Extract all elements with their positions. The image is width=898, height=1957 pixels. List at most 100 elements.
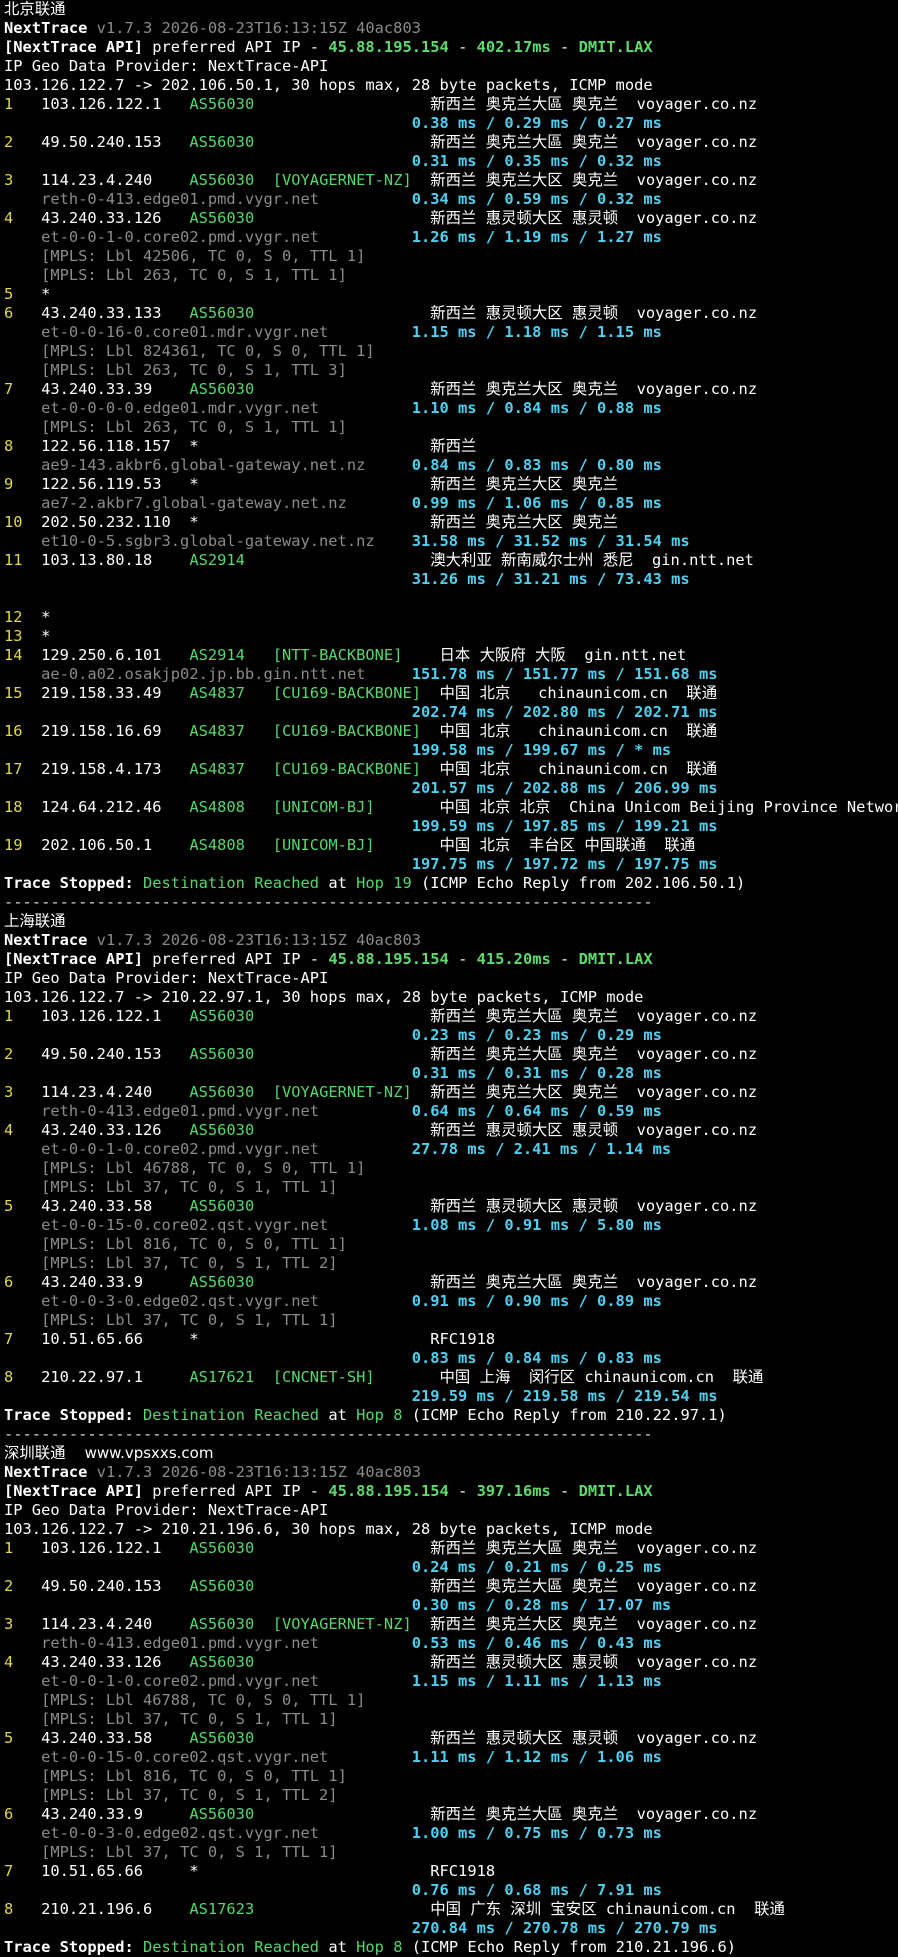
line-segment: 49.50.240.153 bbox=[13, 1045, 190, 1063]
terminal-line: et-0-0-1-0.core02.pmd.vygr.net 27.78 ms … bbox=[4, 1140, 898, 1159]
terminal-line: Trace Stopped: Destination Reached at Ho… bbox=[4, 874, 898, 893]
line-segment: Destination Reached bbox=[143, 874, 320, 892]
terminal-line: 5 * bbox=[4, 285, 898, 304]
line-segment: 1.08 ms / 0.91 ms / 5.80 ms bbox=[411, 1216, 662, 1234]
line-segment: 19 bbox=[4, 836, 23, 854]
line-segment: 1.15 ms / 1.11 ms / 1.13 ms bbox=[411, 1672, 662, 1690]
terminal-line: 219.59 ms / 219.58 ms / 219.54 ms bbox=[4, 1387, 898, 1406]
line-segment: - bbox=[550, 1482, 579, 1500]
line-segment: [NextTrace API] bbox=[4, 38, 143, 56]
terminal-line: [NextTrace API] preferred API IP - 45.88… bbox=[4, 1482, 898, 1501]
line-segment: AS56030 bbox=[189, 380, 255, 398]
terminal-line: 199.59 ms / 197.85 ms / 199.21 ms bbox=[4, 817, 898, 836]
line-segment: 10 bbox=[4, 513, 23, 531]
line-segment: 114.23.4.240 bbox=[13, 171, 190, 189]
terminal-line: 31.26 ms / 31.21 ms / 73.43 ms bbox=[4, 570, 898, 589]
line-segment: AS56030 [VOYAGERNET-NZ] bbox=[189, 1083, 412, 1101]
line-segment: AS4837 [CU169-BACKBONE] bbox=[189, 684, 421, 702]
line-segment: 49.50.240.153 bbox=[13, 133, 190, 151]
line-segment: 45.88.195.154 bbox=[328, 950, 449, 968]
line-segment: v1.7.3 2026-08-23T16:13:15Z 40ac803 bbox=[87, 19, 421, 37]
line-segment: 45.88.195.154 bbox=[328, 1482, 449, 1500]
terminal-line: 2 49.50.240.153 AS56030 新西兰 奥克兰大區 奥克兰 vo… bbox=[4, 133, 898, 152]
terminal-line: Trace Stopped: Destination Reached at Ho… bbox=[4, 1938, 898, 1957]
line-segment: - bbox=[550, 38, 579, 56]
line-segment: 新西兰 惠灵顿大区 惠灵顿 voyager.co.nz bbox=[254, 1197, 758, 1215]
line-segment: 0.64 ms / 0.64 ms / 0.59 ms bbox=[411, 1102, 662, 1120]
line-segment: 0.76 ms / 0.68 ms / 7.91 ms bbox=[411, 1881, 662, 1899]
line-segment: AS56030 bbox=[189, 1539, 255, 1557]
terminal-line: ----------------------------------------… bbox=[4, 893, 898, 912]
line-segment bbox=[4, 1881, 412, 1899]
line-segment: [MPLS: Lbl 263, TC 0, S 1, TTL 1] bbox=[4, 266, 347, 284]
line-segment: 8 bbox=[4, 1900, 14, 1918]
line-segment: 202.50.232.110 * 新西兰 奥克兰大区 奥克兰 bbox=[22, 513, 619, 531]
line-segment: 中国 上海 闵行区 chinaunicom.cn 联通 bbox=[374, 1368, 764, 1386]
line-segment: 122.56.118.157 * 新西兰 bbox=[13, 437, 477, 455]
line-segment: 0.23 ms / 0.23 ms / 0.29 ms bbox=[411, 1026, 662, 1044]
terminal-line: et-0-0-3-0.edge02.qst.vygr.net 0.91 ms /… bbox=[4, 1292, 898, 1311]
terminal-line: 7 43.240.33.39 AS56030 新西兰 奥克兰大区 奥克兰 voy… bbox=[4, 380, 898, 399]
terminal-line: 2 49.50.240.153 AS56030 新西兰 奥克兰大區 奥克兰 vo… bbox=[4, 1577, 898, 1596]
line-segment: IP Geo Data Provider: NextTrace-API bbox=[4, 57, 329, 75]
line-segment: 219.158.4.173 bbox=[22, 760, 190, 778]
terminal-line: 13 * bbox=[4, 627, 898, 646]
line-segment: 新西兰 奥克兰大區 奥克兰 voyager.co.nz bbox=[254, 133, 758, 151]
line-segment bbox=[4, 1349, 412, 1367]
terminal-line: 6 43.240.33.9 AS56030 新西兰 奥克兰大區 奥克兰 voya… bbox=[4, 1273, 898, 1292]
line-segment: Destination Reached bbox=[143, 1406, 320, 1424]
line-segment: 4 bbox=[4, 1121, 14, 1139]
line-segment: 新西兰 奥克兰大区 奥克兰 voyager.co.nz bbox=[411, 171, 758, 189]
line-segment bbox=[4, 703, 412, 721]
line-segment: 49.50.240.153 bbox=[13, 1577, 190, 1595]
line-segment: AS4808 [UNICOM-BJ] bbox=[189, 798, 375, 816]
line-segment: DMIT.LAX bbox=[578, 950, 653, 968]
line-segment: 1 bbox=[4, 95, 14, 113]
line-segment: ae-0.a02.osakjp02.jp.bb.gin.ntt.net bbox=[4, 665, 412, 683]
line-segment: et-0-0-15-0.core02.qst.vygr.net bbox=[4, 1216, 412, 1234]
line-segment: 新西兰 奥克兰大區 奥克兰 voyager.co.nz bbox=[254, 1045, 758, 1063]
line-segment: Destination Reached bbox=[143, 1938, 320, 1956]
terminal-line: 6 43.240.33.133 AS56030 新西兰 惠灵顿大区 惠灵顿 vo… bbox=[4, 304, 898, 323]
line-segment: 中国 广东 深圳 宝安区 chinaunicom.cn 联通 bbox=[254, 1900, 785, 1918]
terminal-line: 3 114.23.4.240 AS56030 [VOYAGERNET-NZ] 新… bbox=[4, 1083, 898, 1102]
terminal-line: 17 219.158.4.173 AS4837 [CU169-BACKBONE]… bbox=[4, 760, 898, 779]
line-segment: 0.99 ms / 1.06 ms / 0.85 ms bbox=[411, 494, 662, 512]
line-segment: 210.22.97.1 bbox=[13, 1368, 190, 1386]
terminal-line: 1 103.126.122.1 AS56030 新西兰 奥克兰大區 奥克兰 vo… bbox=[4, 1539, 898, 1558]
line-segment: et-0-0-3-0.edge02.qst.vygr.net bbox=[4, 1292, 412, 1310]
line-segment: AS56030 bbox=[189, 1197, 255, 1215]
terminal-line: [NextTrace API] preferred API IP - 45.88… bbox=[4, 950, 898, 969]
line-segment: Hop 19 bbox=[356, 874, 412, 892]
terminal-line: 103.126.122.7 -> 210.22.97.1, 30 hops ma… bbox=[4, 988, 898, 1007]
line-segment: Hop 8 bbox=[356, 1938, 403, 1956]
line-segment: AS56030 bbox=[189, 95, 255, 113]
line-segment: AS56030 bbox=[189, 1653, 255, 1671]
line-segment: AS56030 bbox=[189, 1805, 255, 1823]
terminal-line: [MPLS: Lbl 824361, TC 0, S 0, TTL 1] bbox=[4, 342, 898, 361]
terminal-line: ae7-2.akbr7.global-gateway.net.nz 0.99 m… bbox=[4, 494, 898, 513]
line-segment: AS4808 [UNICOM-BJ] bbox=[189, 836, 375, 854]
line-segment: DMIT.LAX bbox=[578, 38, 653, 56]
terminal-line: [MPLS: Lbl 42506, TC 0, S 0, TTL 1] bbox=[4, 247, 898, 266]
line-segment: [MPLS: Lbl 263, TC 0, S 1, TTL 1] bbox=[4, 418, 347, 436]
line-segment: 新西兰 惠灵顿大区 惠灵顿 voyager.co.nz bbox=[254, 209, 758, 227]
line-segment: et10-0-5.sgbr3.global-gateway.net.nz bbox=[4, 532, 412, 550]
line-segment: 129.250.6.101 bbox=[22, 646, 190, 664]
terminal-line: 202.74 ms / 202.80 ms / 202.71 ms bbox=[4, 703, 898, 722]
line-segment: [MPLS: Lbl 37, TC 0, S 1, TTL 1] bbox=[4, 1710, 338, 1728]
line-segment: 43.240.33.9 bbox=[13, 1273, 190, 1291]
line-segment: 新西兰 奥克兰大區 奥克兰 voyager.co.nz bbox=[254, 1273, 758, 1291]
line-segment bbox=[4, 1026, 412, 1044]
line-segment: 43.240.33.58 bbox=[13, 1729, 190, 1747]
line-segment: 新西兰 惠灵顿大区 惠灵顿 voyager.co.nz bbox=[254, 1729, 758, 1747]
terminal-line: 5 43.240.33.58 AS56030 新西兰 惠灵顿大区 惠灵顿 voy… bbox=[4, 1197, 898, 1216]
terminal-line: 0.31 ms / 0.31 ms / 0.28 ms bbox=[4, 1064, 898, 1083]
line-segment: 43.240.33.126 bbox=[13, 1653, 190, 1671]
terminal-line: ae-0.a02.osakjp02.jp.bb.gin.ntt.net 151.… bbox=[4, 665, 898, 684]
line-segment: [MPLS: Lbl 263, TC 0, S 1, TTL 3] bbox=[4, 361, 347, 379]
line-segment: 43.240.33.126 bbox=[13, 209, 190, 227]
terminal-line: [MPLS: Lbl 37, TC 0, S 1, TTL 2] bbox=[4, 1254, 898, 1273]
terminal-line: [MPLS: Lbl 37, TC 0, S 1, TTL 1] bbox=[4, 1311, 898, 1330]
line-segment: IP Geo Data Provider: NextTrace-API bbox=[4, 1501, 329, 1519]
